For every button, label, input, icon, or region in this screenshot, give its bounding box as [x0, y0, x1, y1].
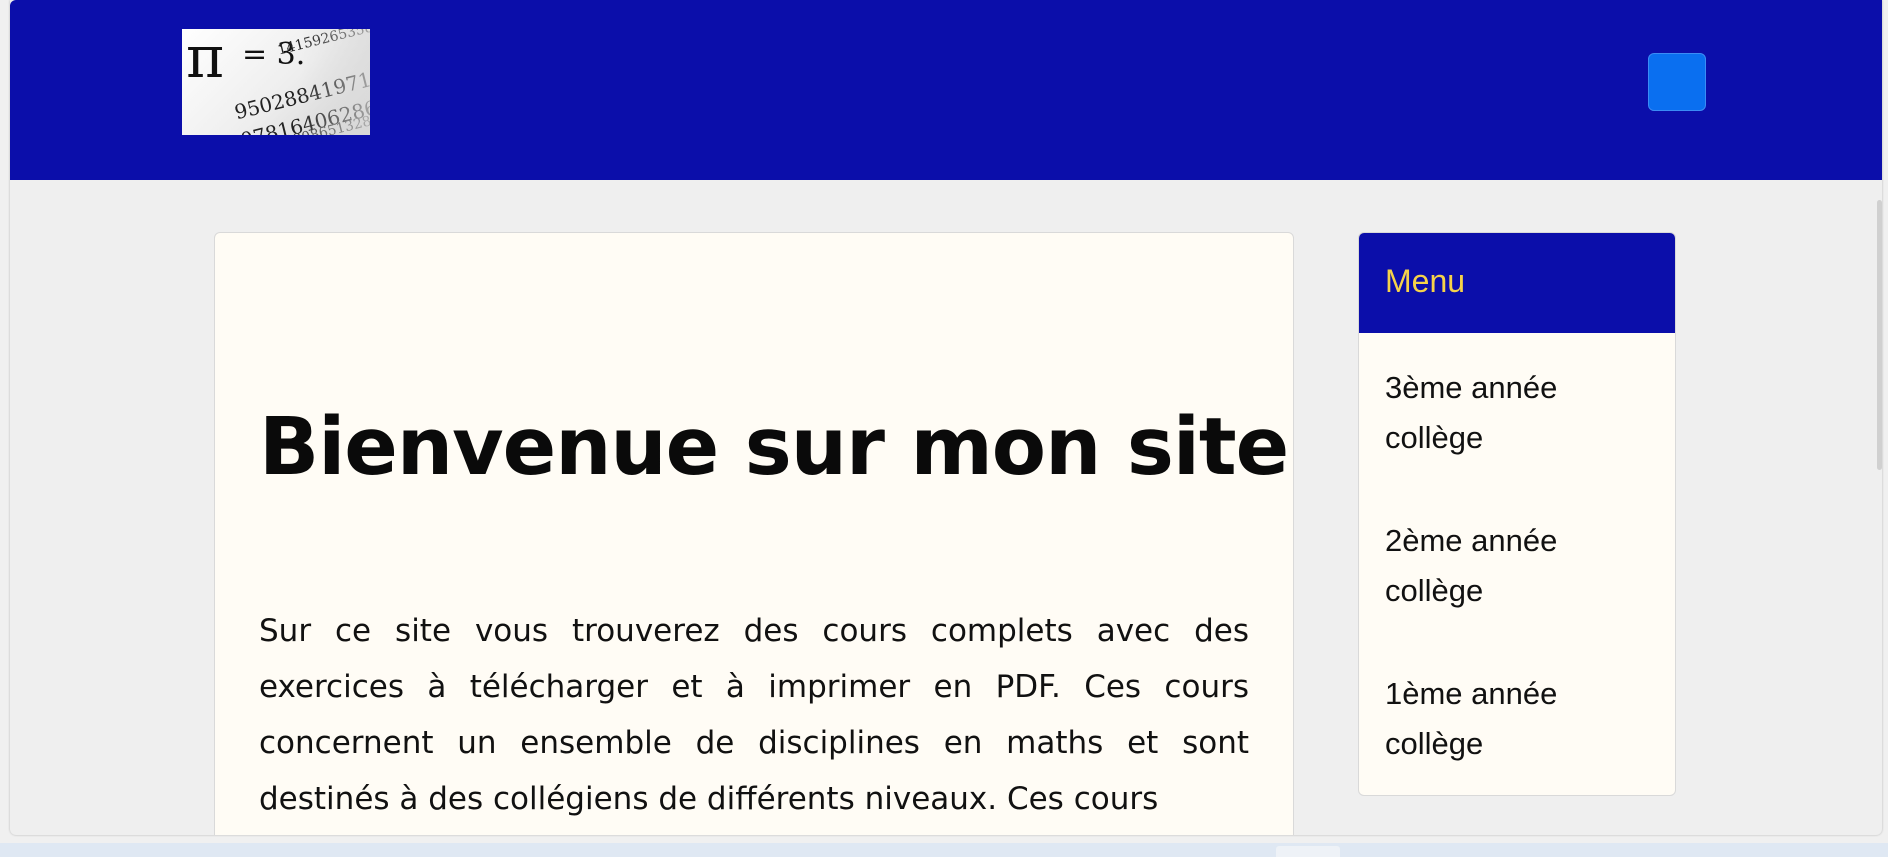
sidebar-header: Menu — [1359, 233, 1675, 333]
sidebar-title: Menu — [1385, 263, 1466, 299]
main-content-card: Bienvenue sur mon site Sur ce site vous … — [214, 232, 1294, 835]
taskbar-strip — [0, 843, 1888, 857]
page-title: Bienvenue sur mon site — [259, 401, 1289, 493]
site-header: π = 3. 14159265358979 950288419716939 07… — [10, 0, 1882, 180]
intro-paragraph: Sur ce site vous trouverez des cours com… — [259, 613, 1249, 817]
sidebar-menu: Menu 3ème année collège 2ème année collè… — [1358, 232, 1676, 796]
sidebar-item-1eme[interactable]: 1ème année collège — [1385, 669, 1655, 769]
browser-viewport: π = 3. 14159265358979 950288419716939 07… — [10, 0, 1882, 835]
page-scrollbar[interactable] — [1877, 200, 1882, 470]
sidebar-item-2eme[interactable]: 2ème année collège — [1385, 516, 1655, 616]
pi-logo[interactable]: π = 3. 14159265358979 950288419716939 07… — [182, 29, 370, 135]
logo-fade — [300, 29, 370, 135]
logo-pi-symbol: π — [186, 29, 225, 91]
sidebar-item-3eme[interactable]: 3ème année collège — [1385, 363, 1655, 463]
menu-toggle-button[interactable] — [1648, 53, 1706, 111]
taskbar-tab[interactable] — [1276, 846, 1340, 857]
